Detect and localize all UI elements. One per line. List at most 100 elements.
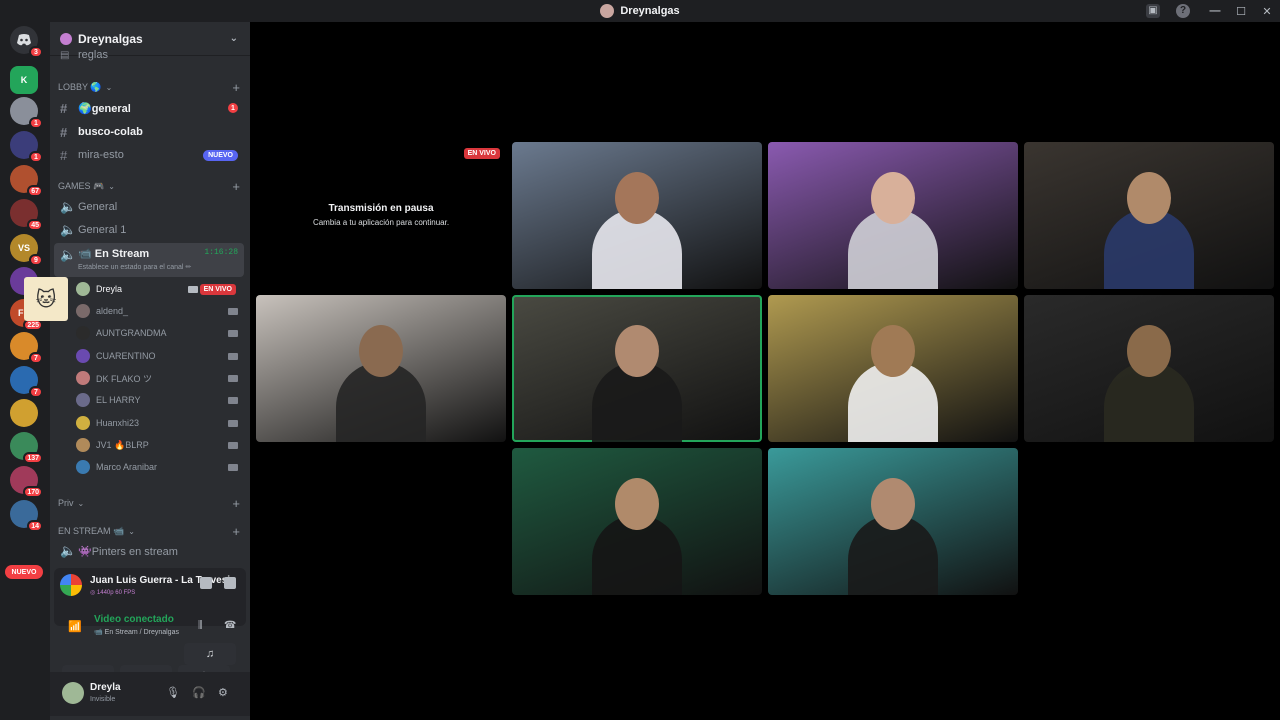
category-label: GAMES 🎮 [58,181,105,191]
soundboard-button[interactable]: ♫ [184,643,236,665]
window-title: Dreynalgas [620,5,680,17]
headphones-icon[interactable]: 🎧 [192,686,206,699]
avatar[interactable] [62,682,84,704]
unread-badge: 45 [27,219,43,231]
server-k-button[interactable]: K [10,66,38,94]
chevron-down-icon: ⌄ [229,33,238,44]
add-channel-icon[interactable]: + [232,524,240,539]
server-13-button[interactable]: 170 [10,466,43,498]
add-channel-icon[interactable]: + [232,179,240,194]
guild-icon [60,32,72,45]
video-tile-7[interactable] [1024,295,1274,442]
voice-user[interactable]: Marco Aranibar [76,457,242,477]
channel-mira-esto[interactable]: # mira-esto NUEVO [54,144,244,166]
server-vallesauce-button[interactable]: VS 9 [10,234,43,266]
server-10-button[interactable]: 7 [10,366,43,398]
channel-label: 👾Pinters en stream [78,545,178,558]
camera-icon [228,419,238,427]
voice-channel-pinters[interactable]: 🔈 👾Pinters en stream [54,540,244,562]
voice-user[interactable]: aldend_ [76,301,242,321]
channel-general[interactable]: # 🌍general 1 [54,97,244,119]
unread-badge: 14 [27,520,43,532]
maximize-button[interactable]: ☐ [1228,5,1254,18]
close-button[interactable]: ✕ [1254,5,1280,18]
set-status-hint[interactable]: Establece un estado para el canal ✏ [78,263,191,271]
voice-user[interactable]: DK FLAKO ツ [76,368,242,388]
server-14-button[interactable]: 14 [10,500,43,532]
new-channel-tag: NUEVO [203,149,238,161]
discord-home-button[interactable]: 3 [10,26,43,58]
video-grid: EN VIVO Transmisión en pausa Cambia a tu… [250,22,1280,720]
paused-stream-tile[interactable]: EN VIVO Transmisión en pausa Cambia a tu… [256,142,506,289]
channel-busco-colab[interactable]: # busco-colab [54,121,244,143]
voice-channel-general-1[interactable]: 🔈 General 1 [54,219,244,241]
camera-icon [228,441,238,449]
mention-badge: 1 [228,103,238,113]
add-channel-icon[interactable]: + [232,496,240,511]
voice-user-name: Huanxhi23 [96,418,140,428]
microphone-icon[interactable]: 🎙 [166,686,180,699]
category-games[interactable]: GAMES 🎮 ⌄ + [58,179,240,194]
server-3-button[interactable]: 1 [10,131,43,163]
disconnect-icon[interactable]: ☎ [224,620,236,631]
channel-reglas[interactable]: ▤ reglas [54,48,244,62]
category-label: EN STREAM 📹 [58,526,125,536]
video-tile-1[interactable] [512,142,762,289]
category-priv[interactable]: Priv ⌄ + [58,496,240,511]
video-tile-6[interactable] [768,295,1018,442]
new-server-pill[interactable]: NUEVO [5,565,43,579]
video-tile-2[interactable] [768,142,1018,289]
server-dreynalgas-button[interactable]: 1 [10,97,43,129]
voice-channel-en-stream[interactable]: 🔈 📹 En Stream 1:16:28 Establece un estad… [54,243,244,277]
stream-settings-icon[interactable] [224,577,236,589]
minimize-button[interactable]: — [1202,5,1228,17]
video-tile-4[interactable] [256,295,506,442]
add-channel-icon[interactable]: + [232,80,240,95]
help-icon[interactable]: ? [1176,4,1190,18]
avatar [76,460,90,474]
video-tile-3[interactable] [1024,142,1274,289]
voice-user[interactable]: Dreyla EN VIVO [76,279,242,299]
speaker-icon: 🔈 [60,543,77,558]
live-badge: EN VIVO [199,283,236,295]
title-bar: Dreynalgas ▣ ? — ☐ ✕ [0,0,1280,22]
voice-user-name: CUARENTINO [96,351,156,361]
server-12-button[interactable]: 137 [10,432,43,464]
server-5-button[interactable]: 45 [10,199,43,231]
call-timer: 1:16:28 [204,248,238,257]
inbox-icon[interactable]: ▣ [1146,4,1160,18]
voice-user[interactable]: Huanxhi23 [76,413,242,433]
channel-label: General [78,201,118,213]
voice-user[interactable]: AUNTGRANDMA [76,323,242,343]
noise-suppression-icon[interactable]: ⫼ [198,620,203,631]
voice-channel-general[interactable]: 🔈 General [54,196,244,218]
voice-user[interactable]: JV1 🔥BLRP [76,435,242,455]
video-tile-5[interactable] [512,295,762,442]
gear-icon[interactable]: ⚙ [218,686,228,699]
voice-location[interactable]: 📹 En Stream / Dreynalgas [94,628,179,636]
chevron-down-icon: ⌄ [77,498,85,508]
unread-badge: 170 [23,486,43,498]
signal-icon: 📶 [68,621,82,633]
video-tile-9[interactable] [768,448,1018,595]
unread-badge: 9 [29,254,43,266]
server-11-button[interactable] [10,399,38,427]
category-en-stream[interactable]: EN STREAM 📹 ⌄ + [58,524,240,539]
home-badge: 3 [29,46,43,58]
text-channel-icon: # [60,147,68,163]
stop-stream-icon[interactable] [200,577,212,589]
speaker-icon: 🔈 [60,199,77,214]
camera-icon [228,463,238,471]
video-tile-8[interactable] [512,448,762,595]
voice-user[interactable]: EL HARRY [76,390,242,410]
unread-badge: 7 [29,386,43,398]
soundboard-icon: ♫ [205,648,215,660]
user-name: Dreyla [90,682,121,693]
avatar [76,326,90,340]
server-list: 3 K116745VS94FR2257713717014 NUEVO [0,22,50,720]
voice-status-panel: 📶 Video conectado 📹 En Stream / Dreynalg… [54,608,246,638]
voice-user[interactable]: CUARENTINO [76,346,242,366]
server-4-button[interactable]: 67 [10,165,43,197]
server-9-button[interactable]: 7 [10,332,43,364]
category-lobby[interactable]: LOBBY 🌎 ⌄ + [58,80,240,95]
